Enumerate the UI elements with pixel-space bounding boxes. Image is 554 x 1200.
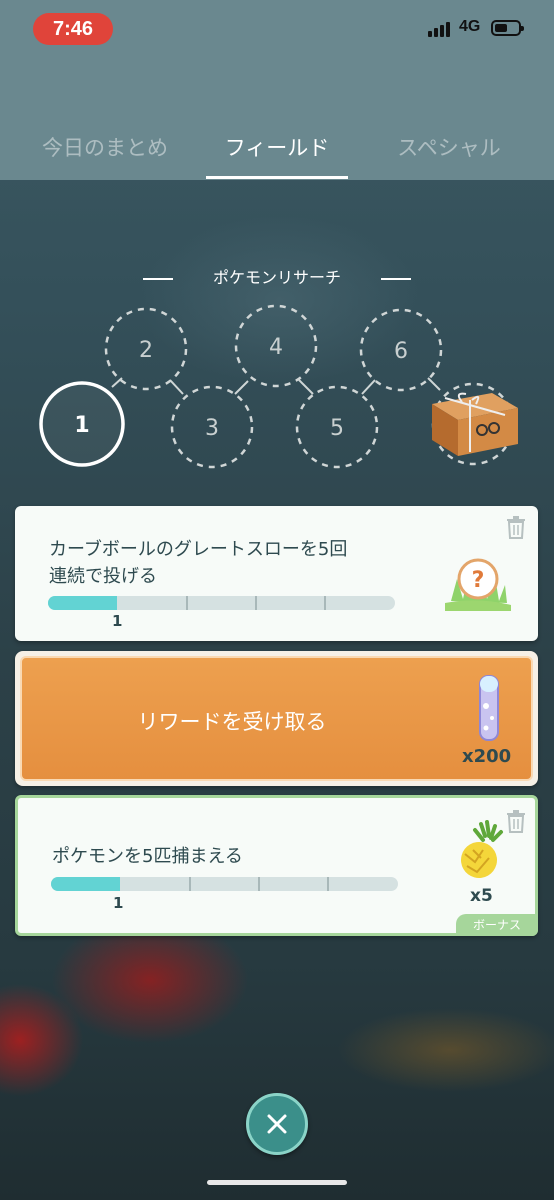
task-progress-count: 1	[112, 612, 123, 630]
research-title: ポケモンリサーチ	[212, 268, 341, 287]
close-button[interactable]	[246, 1093, 308, 1155]
step-2-number: 2	[139, 338, 153, 363]
claim-reward-button[interactable]: リワードを受け取る x200	[20, 656, 533, 781]
step-4-number: 4	[269, 335, 283, 360]
home-indicator[interactable]	[207, 1180, 347, 1185]
task-description: カーブボールのグレートスローを5回 連続で投げる	[49, 536, 347, 590]
tab-field[interactable]: フィールド	[200, 128, 354, 168]
close-icon	[267, 1114, 287, 1134]
svg-text:?: ?	[472, 568, 485, 593]
step-5-number: 5	[330, 416, 344, 441]
bonus-task-progress-bar	[51, 877, 398, 891]
task-text-line1: カーブボールのグレートスローを5回	[49, 539, 348, 560]
claim-reward-label: リワードを受け取る	[137, 710, 327, 734]
status-bar: 7:46 4G	[0, 0, 554, 60]
box-reward-icon	[432, 392, 518, 456]
tab-special[interactable]: スペシャル	[372, 128, 526, 168]
active-tab-indicator	[206, 176, 348, 179]
claim-reward-count: x200	[462, 746, 512, 767]
golden-pinap-berry-icon	[461, 820, 503, 878]
tab-bar: 今日のまとめ フィールド スペシャル	[0, 120, 554, 180]
mystery-encounter-icon: ?	[445, 558, 511, 611]
bonus-task-progress-count: 1	[113, 894, 124, 912]
header: 7:46 4G 今日のまとめ フィールド スペシャル	[0, 0, 554, 180]
trash-icon[interactable]	[505, 514, 527, 540]
bonus-task-description: ポケモンを5匹捕まえる	[52, 846, 243, 867]
step-1-number: 1	[74, 413, 89, 438]
task-card[interactable]: カーブボールのグレートスローを5回 連続で投げる 1 ?	[15, 506, 538, 641]
bonus-reward-count: x5	[470, 886, 493, 906]
step-6-number: 6	[394, 339, 408, 364]
claim-reward-card[interactable]: リワードを受け取る x200	[15, 651, 538, 786]
task-text-line2: 連続で投げる	[49, 566, 157, 587]
network-type: 4G	[459, 18, 481, 35]
tab-today-summary[interactable]: 今日のまとめ	[20, 128, 190, 168]
research-steps: 1 2 3 4 5 6	[0, 290, 554, 490]
bonus-badge: ボーナス	[456, 914, 538, 936]
signal-icon	[428, 21, 454, 37]
bonus-task-progress-fill	[51, 877, 120, 891]
step-3-number: 3	[205, 416, 219, 441]
task-progress-fill	[48, 596, 117, 610]
battery-icon	[491, 20, 524, 36]
status-time: 7:46	[33, 13, 113, 45]
task-progress-bar	[48, 596, 395, 610]
stardust-icon	[479, 675, 499, 741]
bonus-task-card[interactable]: ポケモンを5匹捕まえる 1 x5 ボーナス	[15, 795, 538, 936]
research-heading: ポケモンリサーチ	[0, 264, 554, 288]
